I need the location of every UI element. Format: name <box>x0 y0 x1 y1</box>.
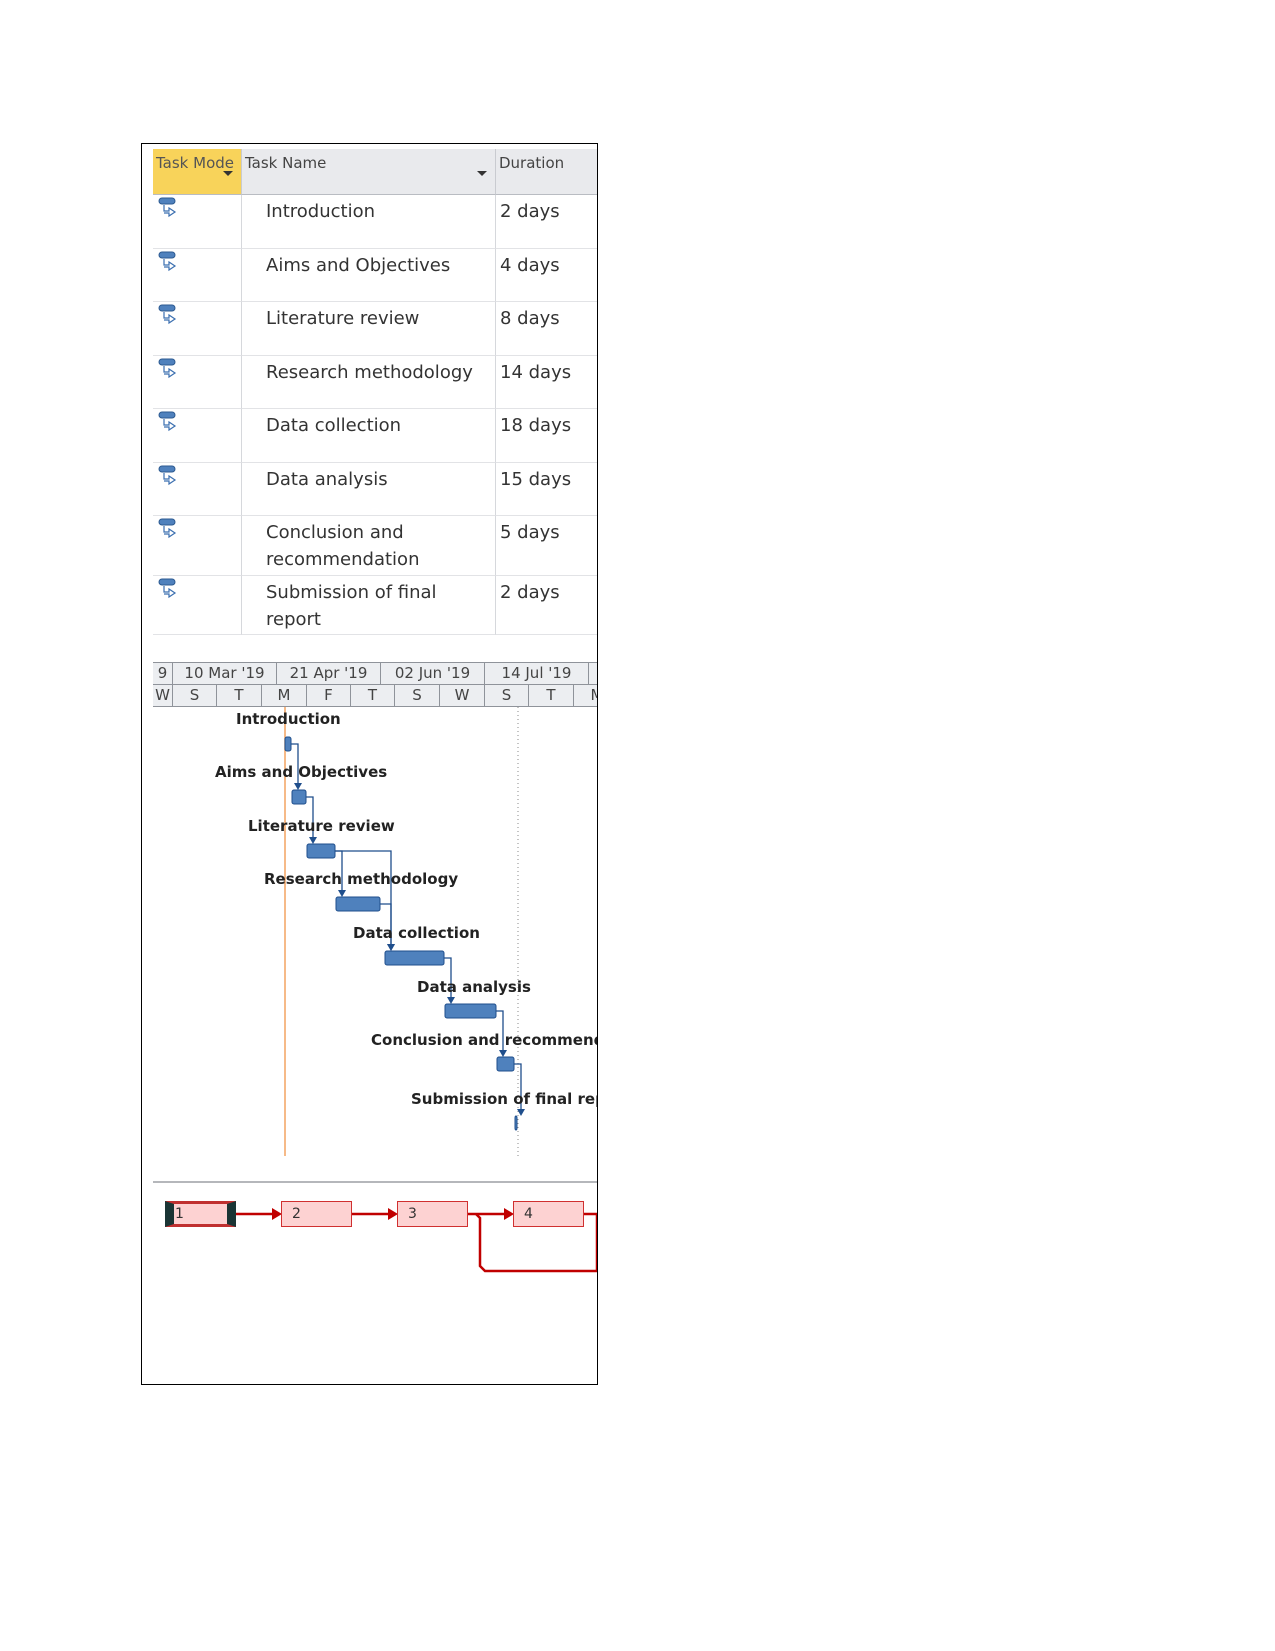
network-link <box>584 1212 597 1271</box>
project-view: Task Mode Task Name Duration Introductio… <box>141 143 598 1385</box>
network-node[interactable]: 3 <box>397 1201 468 1227</box>
node-id: 1 <box>175 1206 184 1222</box>
network-links <box>236 1208 597 1273</box>
dropdown-arrow-icon[interactable] <box>597 171 598 176</box>
node-id: 2 <box>292 1206 301 1222</box>
network-node[interactable]: 2 <box>281 1201 352 1227</box>
node-id: 3 <box>408 1206 417 1222</box>
network-node[interactable]: 1 <box>165 1201 236 1227</box>
page: Task Mode Task Name Duration Introductio… <box>0 0 1275 1651</box>
node-id: 4 <box>524 1206 533 1222</box>
network-node[interactable]: 4 <box>513 1201 584 1227</box>
